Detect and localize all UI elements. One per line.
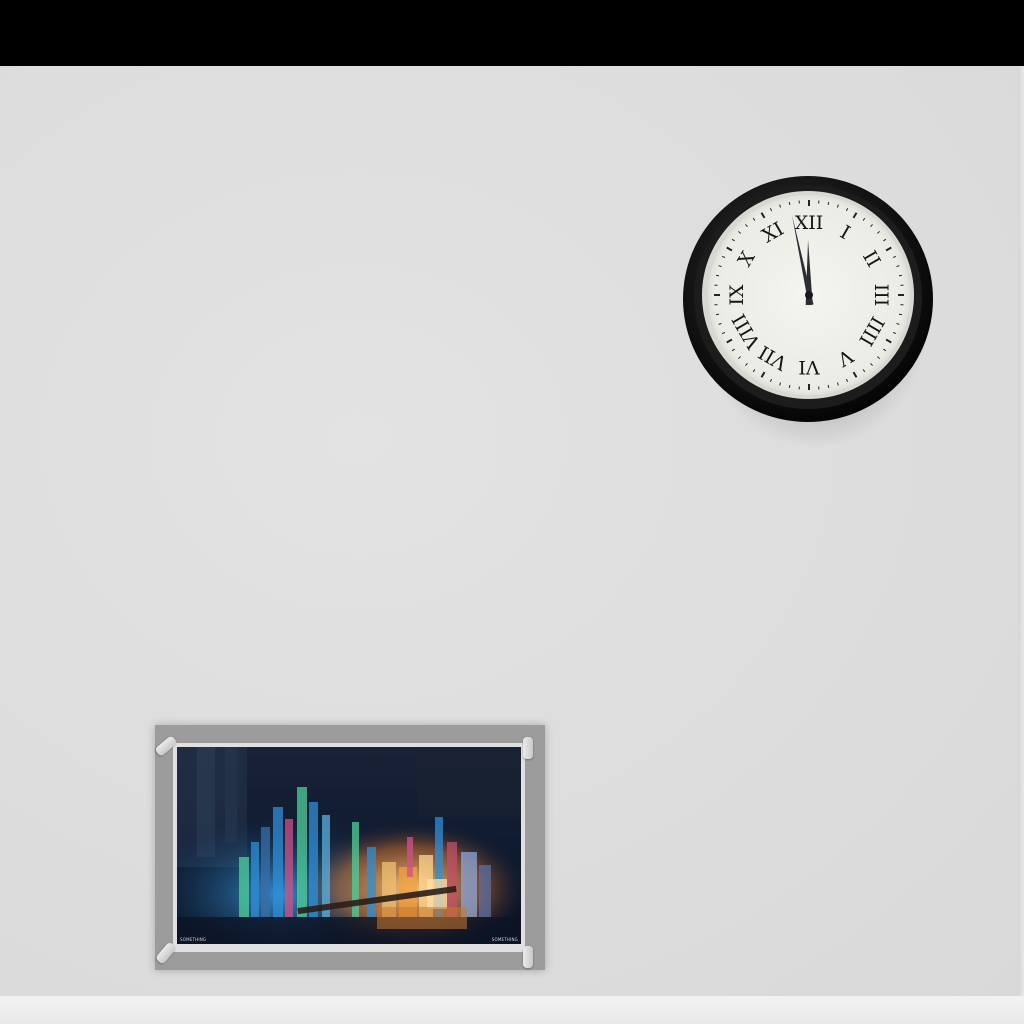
wall-clock[interactable]: XII IIIIIIIIIIVVIVIIVIIIIXXXI [682,175,934,425]
clock-numeral: III [870,284,892,307]
clock-numeral: VI [798,356,820,378]
floor-strip [0,996,1024,1024]
top-letterbox-bar [0,0,1024,66]
minute-tick [788,201,791,206]
picture-caption-left: SOMETHING [180,937,207,942]
frame-pin-top-right [523,737,533,759]
clock-numeral: XII [795,212,824,234]
picture-image: SOMETHING SOMETHING [177,747,521,944]
frame-pin-bottom-left [155,941,177,965]
minute-tick [788,384,791,389]
blocky-city-artwork [177,747,521,944]
minute-tick [898,274,903,277]
minute-tick [715,274,720,277]
minute-tick [715,313,720,316]
minute-tick [898,313,903,316]
minute-tick [827,384,830,389]
clock-center-pin [805,291,813,299]
clock-numeral: IX [726,284,748,306]
minute-tick [827,201,830,206]
frame-pin-bottom-right [523,946,533,968]
picture-caption-right: SOMETHING [491,937,518,942]
framed-picture[interactable]: SOMETHING SOMETHING [154,725,545,970]
